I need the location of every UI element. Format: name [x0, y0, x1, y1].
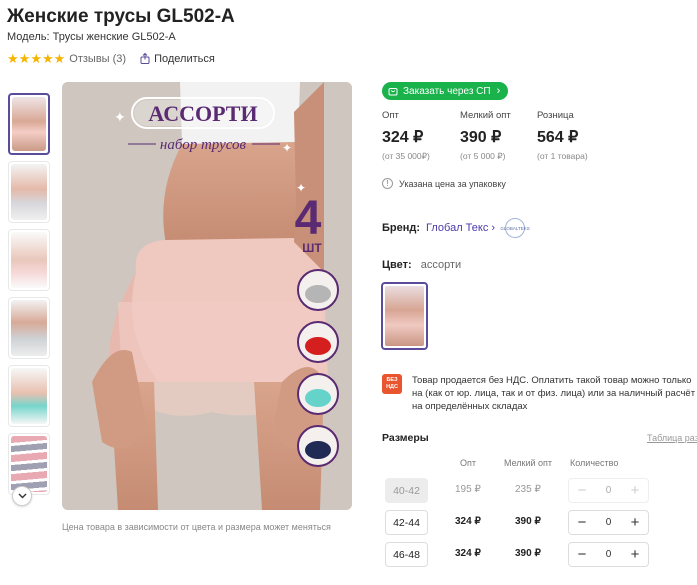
product-model: Модель: Трусы женские GL502-A: [7, 31, 176, 43]
color-row: Цвет: ассорти: [382, 259, 461, 271]
size-price-small-opt: 390 ₽: [515, 548, 541, 559]
thumbnail-list: [8, 93, 51, 501]
size-row: 40-42 195 ₽ 235 ₽ − 0 +: [385, 478, 695, 504]
size-chip[interactable]: 42-44: [385, 510, 428, 535]
price-note: (от 5 000 ₽): [460, 151, 506, 161]
price-info-text: Указана цена за упаковку: [399, 178, 506, 189]
product-meta: ★ ★ ★ ★ ★ Отзывы (3) Поделиться: [7, 52, 215, 65]
quantity-value[interactable]: 0: [606, 549, 612, 560]
image-title: АССОРТИ: [148, 101, 257, 126]
image-count: 4: [295, 192, 322, 245]
star-icon: ★: [18, 51, 31, 66]
thumbnail[interactable]: [8, 433, 50, 495]
info-icon: !: [382, 178, 393, 189]
column-header-opt: Опт: [460, 458, 476, 468]
thumbnail[interactable]: [8, 365, 50, 427]
brand-logo-text: GLOBALTEKS: [500, 225, 530, 231]
plus-icon[interactable]: +: [628, 547, 642, 562]
product-title: Женские трусы GL502-A: [7, 6, 235, 27]
minus-icon: −: [577, 482, 587, 499]
image-count-unit: ШТ: [302, 241, 322, 255]
sizes-title: Размеры: [382, 432, 429, 444]
image-caption: Цена товара в зависимости от цвета и раз…: [62, 522, 331, 532]
color-value: ассорти: [420, 259, 462, 271]
star-icon: ★: [53, 51, 66, 66]
chevron-down-icon: [18, 493, 26, 499]
vat-text: Товар продается без НДС. Оплатить такой …: [412, 375, 696, 412]
plus-icon: +: [630, 482, 640, 499]
thumbnail[interactable]: [8, 93, 50, 155]
share-button[interactable]: Поделиться: [140, 53, 215, 65]
star-icon: ★: [41, 51, 54, 66]
quantity-stepper: − 0 +: [568, 478, 649, 503]
price-retail: Розница 564 ₽ (от 1 товара): [537, 110, 588, 161]
column-header-qty: Количество: [570, 458, 619, 468]
price-note: (от 1 товара): [537, 151, 588, 161]
minus-icon[interactable]: −: [575, 515, 589, 530]
brand-label: Бренд:: [382, 222, 421, 234]
image-subtitle: набор трусов: [160, 137, 247, 153]
size-chip[interactable]: 46-48: [385, 542, 428, 567]
chevron-right-icon: ›: [491, 222, 496, 234]
cart-icon: [388, 88, 398, 96]
price-small-opt: Мелкий опт 390 ₽ (от 5 000 ₽): [460, 110, 511, 162]
quantity-value: 0: [605, 485, 612, 496]
share-icon: [140, 53, 150, 64]
price-label: Розница: [537, 110, 574, 121]
size-table-link[interactable]: Таблица раз: [647, 433, 697, 443]
thumbnail[interactable]: [8, 161, 50, 223]
size-price-opt: 195 ₽: [455, 484, 481, 495]
rating-stars: ★ ★ ★ ★ ★: [7, 52, 65, 65]
price-note: (от 35 000₽): [382, 151, 430, 161]
vat-notice: БЕЗ НДС Товар продается без НДС. Оплатит…: [382, 374, 697, 413]
vat-badge: БЕЗ НДС: [382, 374, 402, 394]
minus-icon[interactable]: −: [575, 547, 589, 562]
share-label: Поделиться: [154, 52, 215, 65]
price-opt: Опт 324 ₽ (от 35 000₽): [382, 110, 430, 162]
size-price-opt: 324 ₽: [455, 516, 481, 527]
thumbnail[interactable]: [8, 229, 50, 291]
size-price-small-opt: 235 ₽: [515, 484, 541, 495]
size-chip: 40-42: [385, 478, 428, 503]
main-product-image[interactable]: АССОРТИ набор трусов 4 ШТ ✦ ✦ ✦: [62, 82, 352, 510]
price-value: 324 ₽: [382, 129, 424, 146]
color-label: Цвет:: [382, 259, 412, 271]
column-header-small-opt: Мелкий опт: [504, 458, 553, 468]
plus-icon[interactable]: +: [628, 515, 642, 530]
quantity-value[interactable]: 0: [606, 517, 612, 528]
size-price-small-opt: 390 ₽: [515, 516, 541, 527]
order-via-sp-button[interactable]: Заказать через СП ›: [382, 82, 509, 100]
brand-link[interactable]: Глобал Текс ›: [426, 222, 495, 234]
thumbnails-scroll-down-button[interactable]: [12, 486, 32, 506]
price-value: 564 ₽: [537, 129, 579, 146]
brand-row: Бренд: Глобал Текс › GLOBALTEKS: [382, 218, 530, 238]
quantity-stepper: − 0 +: [568, 542, 649, 567]
product-photo: АССОРТИ набор трусов 4 ШТ ✦ ✦ ✦: [62, 82, 352, 510]
reviews-link[interactable]: Отзывы (3): [69, 53, 126, 65]
svg-text:✦: ✦: [282, 141, 292, 155]
brand-name: Глобал Текс: [426, 222, 489, 234]
chevron-right-icon: ›: [496, 85, 501, 97]
size-row: 42-44 324 ₽ 390 ₽ − 0 +: [385, 510, 695, 536]
size-price-opt: 324 ₽: [455, 548, 481, 559]
price-label: Мелкий опт: [460, 110, 511, 121]
thumbnail[interactable]: [8, 297, 50, 359]
star-icon: ★: [7, 51, 19, 66]
quantity-stepper: − 0 +: [568, 510, 649, 535]
size-row: 46-48 324 ₽ 390 ₽ − 0 +: [385, 542, 695, 568]
svg-text:✦: ✦: [296, 181, 306, 195]
price-info-note: ! Указана цена за упаковку: [382, 178, 506, 189]
star-icon: ★: [30, 51, 42, 66]
price-label: Опт: [382, 110, 399, 121]
brand-logo[interactable]: GLOBALTEKS: [500, 218, 530, 238]
color-swatch-selected[interactable]: [381, 282, 428, 350]
svg-text:✦: ✦: [114, 109, 126, 125]
price-value: 390 ₽: [460, 129, 502, 146]
order-via-sp-label: Заказать через СП: [403, 85, 491, 97]
